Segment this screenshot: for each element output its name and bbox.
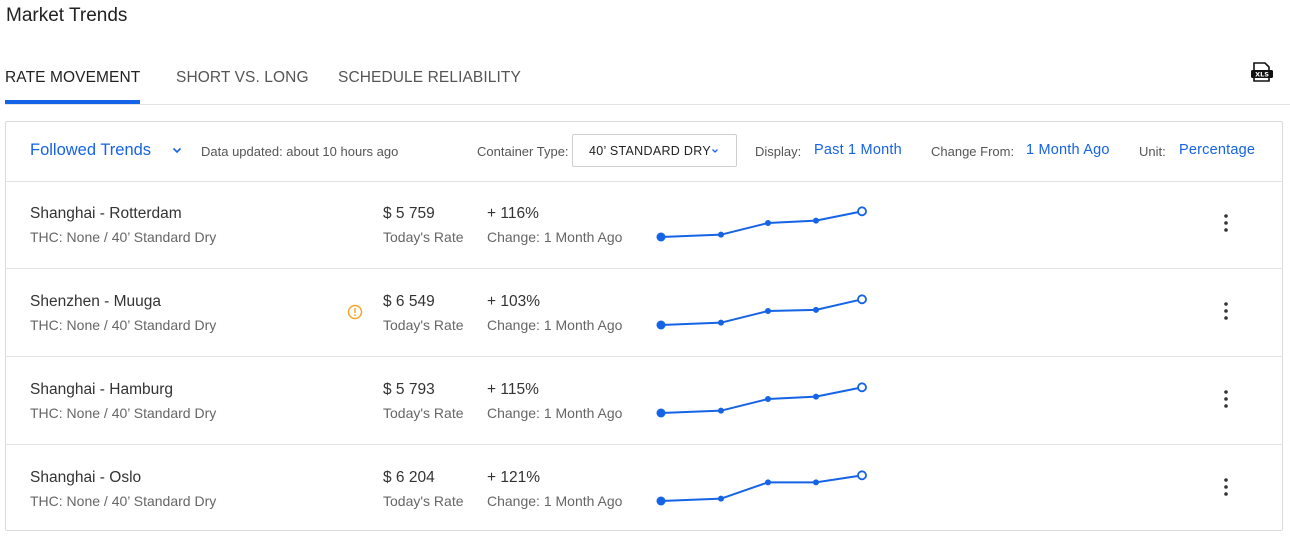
tab-bar: RATE MOVEMENT SHORT VS. LONG SCHEDULE RE… [5,60,1290,105]
more-options-icon[interactable] [1218,300,1234,322]
sparkline-point [765,396,771,402]
tab-short-vs-long[interactable]: SHORT VS. LONG [176,69,309,104]
sparkline-point [857,206,867,217]
sparkline-point [656,408,666,418]
sparkline-point [857,382,867,393]
sparkline-line [660,210,863,238]
sparkline-point [765,479,771,486]
sparkline-line [660,474,863,502]
sparkline-line [660,298,863,326]
trends-panel: Followed Trends Data updated: about 10 h… [5,121,1283,531]
today-rate-value: $ 6 549 [383,293,435,310]
today-rate-label: Today's Rate [383,493,464,509]
unit-selector[interactable]: Percentage [1179,142,1255,158]
unit-label: Unit: [1139,144,1166,159]
more-options-icon[interactable] [1218,212,1234,234]
sparkline-point [718,231,724,238]
change-value: + 121% [487,469,541,486]
table-row[interactable]: Shanghai - Hamburg THC: None / 40’ Standa… [6,357,1282,445]
xls-export-icon[interactable]: XLS [1250,62,1274,82]
sparkline-point [656,320,666,330]
today-rate-label: Today's Rate [383,229,464,245]
tab-schedule-reliability[interactable]: SCHEDULE RELIABILITY [338,69,521,104]
sparkline-point [857,294,867,305]
tab-rate-movement[interactable]: RATE MOVEMENT [5,69,141,104]
today-rate-value: $ 5 759 [383,205,435,222]
change-label: Change: 1 Month Ago [487,229,623,245]
sparkline-point [718,407,724,414]
sparkline-point [813,217,819,224]
table-row[interactable]: Shanghai - Oslo THC: None / 40’ Standard … [6,445,1282,533]
more-options-icon[interactable] [1218,476,1234,498]
display-selector[interactable]: Past 1 Month [814,142,902,158]
route-name: Shenzhen - Muuga [30,293,161,310]
chevron-down-icon[interactable] [170,143,184,157]
change-value: + 115% [487,381,539,398]
sparkline-line [660,386,863,414]
today-rate-label: Today's Rate [383,317,464,333]
sparkline-point [765,308,771,314]
sparkline-point [656,496,666,506]
sparkline-point [718,495,724,502]
sparkline-point [813,393,819,400]
route-name: Shanghai - Rotterdam [30,205,182,222]
svg-text:XLS: XLS [1255,71,1269,79]
container-type-select[interactable]: 40’ STANDARD DRY [572,134,737,167]
sparkline-point [813,479,819,486]
followed-trends-dropdown[interactable]: Followed Trends [30,141,151,160]
sparkline-point [765,220,771,226]
trend-sparkline [656,294,867,330]
sparkline-point [656,232,666,242]
route-details: THC: None / 40’ Standard Dry [30,229,217,245]
page-title: Market Trends [6,5,128,26]
trend-sparkline [656,382,867,418]
chevron-down-icon [712,149,718,153]
table-row[interactable]: Shenzhen - Muuga THC: None / 40’ Standard… [6,269,1282,357]
more-options-icon[interactable] [1218,388,1234,410]
display-label: Display: [755,144,802,159]
data-updated-text: Data updated: about 10 hours ago [201,144,399,159]
container-type-value: 40’ STANDARD DRY [589,144,711,158]
sparkline-point [813,306,819,313]
change-value: + 103% [487,293,541,310]
today-rate-value: $ 6 204 [383,469,435,486]
route-name: Shanghai - Hamburg [30,381,174,398]
trends-toolbar: Followed Trends Data updated: about 10 h… [6,122,1282,182]
change-label: Change: 1 Month Ago [487,317,623,333]
sparkline-point [857,470,867,481]
today-rate-label: Today's Rate [383,405,464,421]
change-value: + 116% [487,205,539,222]
change-from-label: Change From: [931,144,1015,159]
change-from-selector[interactable]: 1 Month Ago [1026,142,1110,158]
container-type-label: Container Type: [477,144,569,159]
sparkline-point [718,319,724,326]
change-label: Change: 1 Month Ago [487,493,623,509]
route-name: Shanghai - Oslo [30,469,142,486]
route-details: THC: None / 40’ Standard Dry [30,405,217,421]
today-rate-value: $ 5 793 [383,381,435,398]
change-label: Change: 1 Month Ago [487,405,623,421]
warning-icon[interactable] [347,304,363,320]
trend-sparkline [656,206,867,242]
table-row[interactable]: Shanghai - Rotterdam THC: None / 40’ Stan… [6,181,1282,269]
route-details: THC: None / 40’ Standard Dry [30,493,217,509]
route-details: THC: None / 40’ Standard Dry [30,317,217,333]
trend-sparkline [656,470,867,506]
